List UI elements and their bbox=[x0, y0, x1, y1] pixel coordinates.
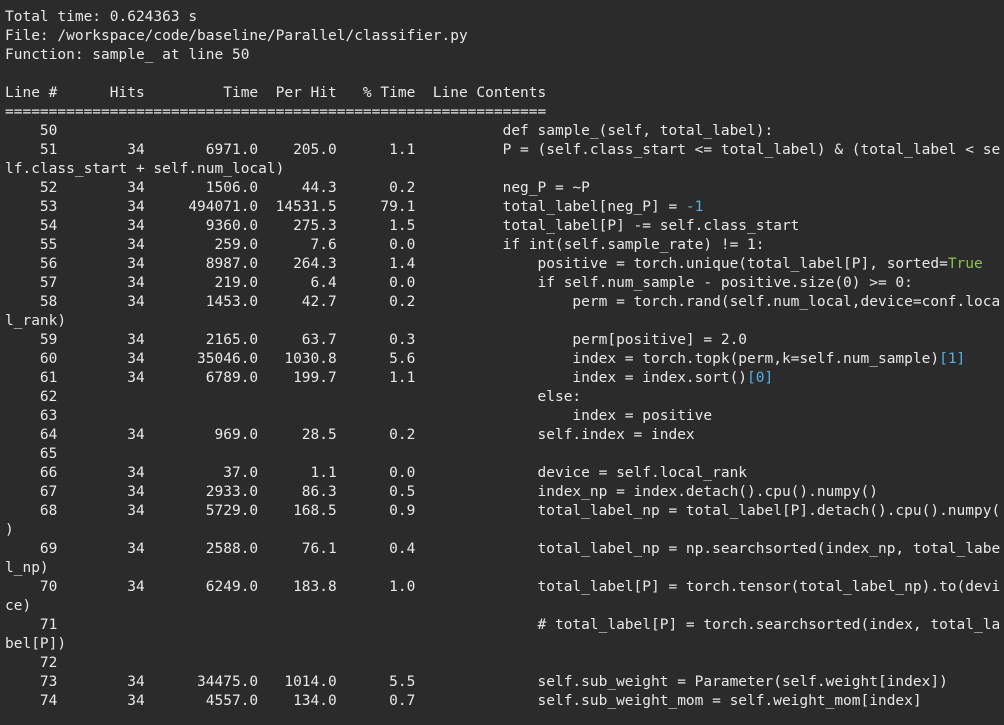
numeric-literal: [1] bbox=[939, 351, 966, 367]
row-text: 58 34 1453.0 42.7 0.2 perm = torch.rand(… bbox=[5, 294, 1001, 310]
row-text: l_np) bbox=[5, 560, 49, 576]
table-row: 59 34 2165.0 63.7 0.3 perm[positive] = 2… bbox=[5, 331, 1004, 350]
row-text: 66 34 37.0 1.1 0.0 device = self.local_r… bbox=[5, 465, 748, 481]
table-row: 50 def sample_(self, total_label): bbox=[5, 122, 1004, 141]
table-row: 57 34 219.0 6.4 0.0 if self.num_sample -… bbox=[5, 274, 1004, 293]
row-text: 63 index = positive bbox=[5, 408, 713, 424]
table-row: 58 34 1453.0 42.7 0.2 perm = torch.rand(… bbox=[5, 293, 1004, 312]
row-text: lf.class_start + self.num_local) bbox=[5, 161, 285, 177]
table-header: Line # Hits Time Per Hit % Time Line Con… bbox=[5, 85, 547, 101]
row-text: 70 34 6249.0 183.8 1.0 total_label[P] = … bbox=[5, 579, 1001, 595]
row-text: 71 # total_label[P] = torch.searchsorted… bbox=[5, 617, 1001, 633]
table-row: 74 34 4557.0 134.0 0.7 self.sub_weight_m… bbox=[5, 692, 1004, 711]
row-text: l_rank) bbox=[5, 313, 67, 329]
table-row: 61 34 6789.0 199.7 1.1 index = index.sor… bbox=[5, 369, 1004, 388]
row-text: ce) bbox=[5, 598, 32, 614]
table-row: 70 34 6249.0 183.8 1.0 total_label[P] = … bbox=[5, 578, 1004, 597]
table-row: 68 34 5729.0 168.5 0.9 total_label_np = … bbox=[5, 502, 1004, 521]
table-row: ) bbox=[5, 521, 1004, 540]
row-text: 67 34 2933.0 86.3 0.5 index_np = index.d… bbox=[5, 484, 878, 500]
table-row: 60 34 35046.0 1030.8 5.6 index = torch.t… bbox=[5, 350, 1004, 369]
table-row: l_rank) bbox=[5, 312, 1004, 331]
profile-rows: 50 def sample_(self, total_label): 51 34… bbox=[5, 122, 1004, 711]
row-text: 64 34 969.0 28.5 0.2 self.index = index bbox=[5, 427, 695, 443]
table-row: lf.class_start + self.num_local) bbox=[5, 160, 1004, 179]
file-path-line: File: /workspace/code/baseline/Parallel/… bbox=[5, 28, 468, 44]
table-row: 65 bbox=[5, 445, 1004, 464]
row-text: 74 34 4557.0 134.0 0.7 self.sub_weight_m… bbox=[5, 693, 922, 709]
table-row: 73 34 34475.0 1014.0 5.5 self.sub_weight… bbox=[5, 673, 1004, 692]
table-row: 71 # total_label[P] = torch.searchsorted… bbox=[5, 616, 1004, 635]
table-separator: ========================================… bbox=[5, 104, 547, 120]
row-text: 61 34 6789.0 199.7 1.1 index = index.sor… bbox=[5, 370, 748, 386]
numeric-literal: -1 bbox=[685, 199, 704, 215]
table-row: 64 34 969.0 28.5 0.2 self.index = index bbox=[5, 426, 1004, 445]
table-row: 54 34 9360.0 275.3 1.5 total_label[P] -=… bbox=[5, 217, 1004, 236]
table-row: 66 34 37.0 1.1 0.0 device = self.local_r… bbox=[5, 464, 1004, 483]
table-row: 52 34 1506.0 44.3 0.2 neg_P = ~P bbox=[5, 179, 1004, 198]
row-text: 51 34 6971.0 205.0 1.1 P = (self.class_s… bbox=[5, 142, 1001, 158]
table-row: 51 34 6971.0 205.0 1.1 P = (self.class_s… bbox=[5, 141, 1004, 160]
row-text: 52 34 1506.0 44.3 0.2 neg_P = ~P bbox=[5, 180, 590, 196]
row-text: 62 else: bbox=[5, 389, 582, 405]
table-row: 53 34 494071.0 14531.5 79.1 total_label[… bbox=[5, 198, 1004, 217]
row-text: 53 34 494071.0 14531.5 79.1 total_label[… bbox=[5, 199, 686, 215]
table-row: l_np) bbox=[5, 559, 1004, 578]
row-text: 57 34 219.0 6.4 0.0 if self.num_sample -… bbox=[5, 275, 913, 291]
total-time-line: Total time: 0.624363 s bbox=[5, 9, 198, 25]
row-text: bel[P]) bbox=[5, 636, 67, 652]
row-text: 68 34 5729.0 168.5 0.9 total_label_np = … bbox=[5, 503, 1001, 519]
row-text: 65 bbox=[5, 446, 58, 462]
row-text: 54 34 9360.0 275.3 1.5 total_label[P] -=… bbox=[5, 218, 800, 234]
row-text: 69 34 2588.0 76.1 0.4 total_label_np = n… bbox=[5, 541, 1001, 557]
table-row: 62 else: bbox=[5, 388, 1004, 407]
row-text: 60 34 35046.0 1030.8 5.6 index = torch.t… bbox=[5, 351, 940, 367]
function-line: Function: sample_ at line 50 bbox=[5, 47, 250, 63]
row-text: 56 34 8987.0 264.3 1.4 positive = torch.… bbox=[5, 256, 948, 272]
table-row: ce) bbox=[5, 597, 1004, 616]
table-row: 56 34 8987.0 264.3 1.4 positive = torch.… bbox=[5, 255, 1004, 274]
table-row: 67 34 2933.0 86.3 0.5 index_np = index.d… bbox=[5, 483, 1004, 502]
row-text: 55 34 259.0 7.6 0.0 if int(self.sample_r… bbox=[5, 237, 765, 253]
table-row: 72 bbox=[5, 654, 1004, 673]
boolean-literal: True bbox=[947, 256, 983, 272]
row-text: 72 bbox=[5, 655, 58, 671]
table-row: 55 34 259.0 7.6 0.0 if int(self.sample_r… bbox=[5, 236, 1004, 255]
table-row: bel[P]) bbox=[5, 635, 1004, 654]
row-text: 73 34 34475.0 1014.0 5.5 self.sub_weight… bbox=[5, 674, 948, 690]
row-text: 59 34 2165.0 63.7 0.3 perm[positive] = 2… bbox=[5, 332, 748, 348]
table-row: 63 index = positive bbox=[5, 407, 1004, 426]
row-text: ) bbox=[5, 522, 14, 538]
table-row: 69 34 2588.0 76.1 0.4 total_label_np = n… bbox=[5, 540, 1004, 559]
numeric-literal: [0] bbox=[747, 370, 774, 386]
terminal-output[interactable]: Total time: 0.624363 s File: /workspace/… bbox=[5, 8, 1004, 725]
row-text: 50 def sample_(self, total_label): bbox=[5, 123, 774, 139]
